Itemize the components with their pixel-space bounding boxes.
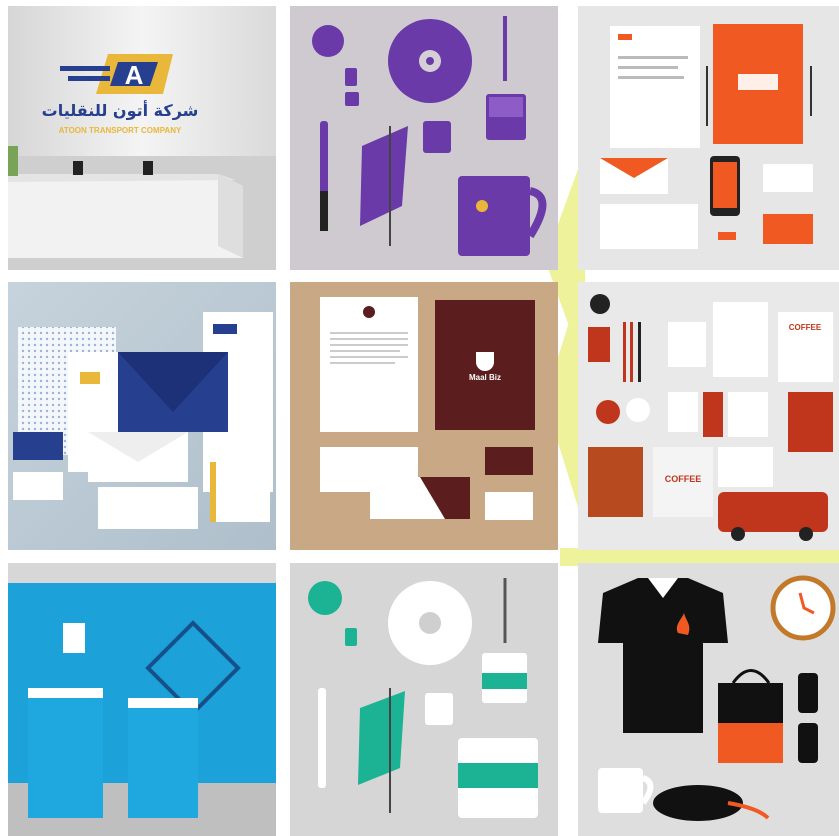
orange-card xyxy=(763,214,813,244)
badge-button xyxy=(308,581,342,615)
business-card xyxy=(13,472,63,500)
tile-purple-stationery xyxy=(290,6,558,270)
counter xyxy=(128,703,198,818)
long-envelope xyxy=(600,204,698,249)
brand-name: Maal Biz xyxy=(469,373,501,382)
brown-stationery-scene: Maal Biz xyxy=(290,282,558,550)
exhibition-booth-scene xyxy=(8,563,276,836)
atoon-stationery-scene xyxy=(8,282,276,550)
tile-atoon-stationery xyxy=(8,282,276,550)
tile-teal-stationery xyxy=(290,563,558,836)
booth-logo xyxy=(63,623,85,653)
desk xyxy=(8,174,243,258)
notebook xyxy=(668,322,706,367)
tile-reception-desk: A شركة أتون للنقليات ATOON TRANSPORT COM… xyxy=(8,6,276,270)
tile-polo-merch xyxy=(578,563,839,836)
business-card xyxy=(13,432,63,460)
plant xyxy=(8,146,18,176)
coffee-cup xyxy=(590,294,610,314)
polo-merch-scene xyxy=(578,563,839,836)
mug xyxy=(598,768,643,813)
door-hanger xyxy=(798,673,818,713)
letterhead xyxy=(713,302,768,377)
red-folder xyxy=(788,392,833,452)
brand-label: COFFEE xyxy=(789,323,822,332)
counter xyxy=(28,693,103,818)
pen xyxy=(318,688,326,788)
patterned-folder xyxy=(588,447,643,517)
delivery-van xyxy=(718,492,828,532)
bag xyxy=(668,392,698,432)
business-card xyxy=(485,492,533,520)
orange-stationery-scene xyxy=(578,6,839,270)
teal-stationery-scene xyxy=(290,563,558,836)
business-card xyxy=(763,164,813,192)
logo-arabic-text: شركة أتون للنقليات xyxy=(42,100,199,120)
id-badge xyxy=(588,327,610,362)
usb-drive xyxy=(345,68,357,86)
chair xyxy=(73,161,83,175)
reception-desk-scene: A شركة أتون للنقليات ATOON TRANSPORT COM… xyxy=(8,6,276,270)
business-card xyxy=(485,447,533,475)
svg-text:A: A xyxy=(125,60,144,90)
lighter xyxy=(425,693,453,725)
mug xyxy=(458,176,530,256)
coffee-stationery-scene: COFFEE COFFEE xyxy=(578,282,839,550)
lighter xyxy=(423,121,451,153)
long-envelope xyxy=(98,487,198,529)
tile-orange-stationery xyxy=(578,6,839,270)
tile-coffee-stationery: COFFEE COFFEE xyxy=(578,282,839,550)
tile-exhibition-booth xyxy=(8,563,276,836)
logo-english-text: ATOON TRANSPORT COMPANY xyxy=(59,126,182,135)
usb-drive xyxy=(345,628,357,646)
cup-logo xyxy=(476,352,494,371)
door-hanger xyxy=(798,723,818,763)
svg-text:COFFEE: COFFEE xyxy=(665,474,702,484)
badge-button xyxy=(312,25,344,57)
purple-stationery-scene xyxy=(290,6,558,270)
tile-brown-stationery: Maal Biz xyxy=(290,282,558,550)
chair xyxy=(143,161,153,175)
letterhead xyxy=(610,26,700,148)
